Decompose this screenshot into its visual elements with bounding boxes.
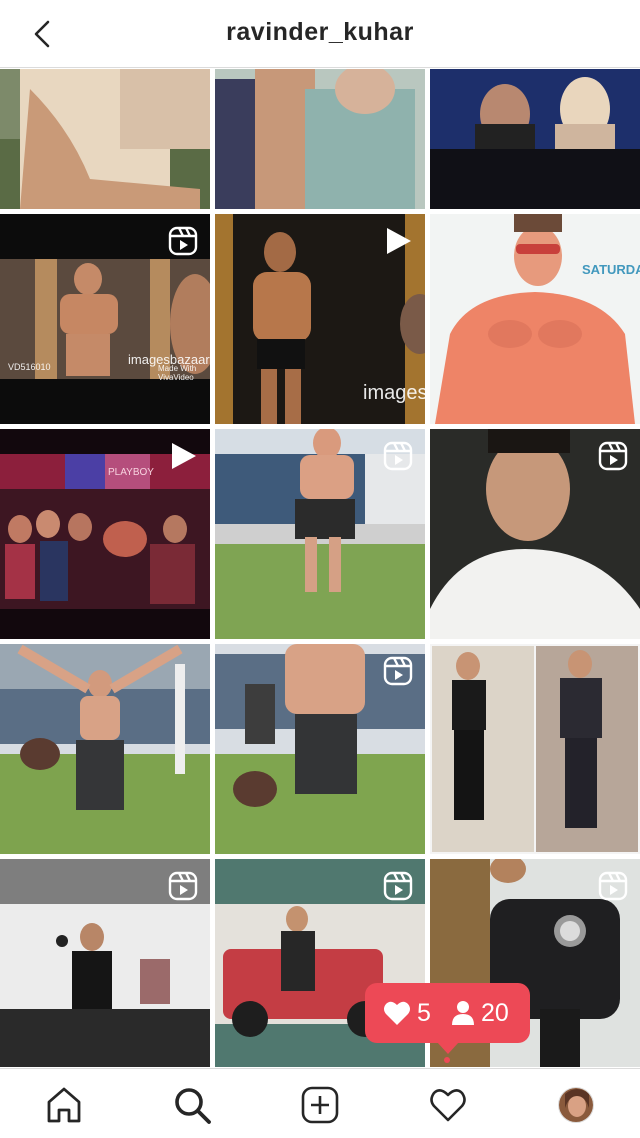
post-thumbnail	[430, 69, 640, 209]
reels-icon	[383, 871, 413, 901]
post-thumbnail	[0, 69, 210, 209]
new-post-icon	[301, 1086, 339, 1124]
watermark-text: VD516010	[8, 362, 51, 372]
post-thumbnail	[430, 644, 640, 854]
nav-profile[interactable]	[554, 1083, 598, 1127]
reels-icon	[383, 441, 413, 471]
grid-tile[interactable]	[215, 644, 425, 854]
search-icon	[175, 1088, 211, 1124]
likes-count-group: 5	[383, 997, 431, 1029]
grid-tile[interactable]	[215, 429, 425, 639]
video-play-icon	[172, 443, 196, 469]
nav-activity[interactable]	[426, 1083, 470, 1127]
grid-tile[interactable]: PLAYBOY	[0, 429, 210, 639]
grid-tile[interactable]	[0, 859, 210, 1067]
post-thumbnail	[0, 644, 210, 854]
likes-count: 5	[417, 998, 431, 1027]
post-thumbnail	[215, 69, 425, 209]
top-bar: ravinder_kuhar	[0, 0, 640, 68]
heart-outline-icon	[430, 1089, 466, 1122]
grid-tile[interactable]	[430, 644, 640, 854]
reels-icon	[383, 656, 413, 686]
activity-notification-bubble[interactable]: 5 20	[365, 983, 530, 1054]
activity-indicator-dot	[444, 1057, 450, 1063]
avatar	[558, 1087, 594, 1123]
followers-count-group: 20	[451, 997, 509, 1029]
app: ravinder_kuhar VD516010 imagesbazaar Mad…	[0, 0, 640, 1138]
grid-tile[interactable]	[0, 644, 210, 854]
reels-icon	[168, 226, 198, 256]
grid-tile[interactable]	[430, 69, 640, 209]
grid-tile[interactable]: VD516010 imagesbazaar Made With VivaVide…	[0, 214, 210, 424]
watermark-text: images	[363, 382, 425, 404]
nav-new-post[interactable]	[298, 1083, 342, 1127]
page-title: ravinder_kuhar	[226, 18, 414, 46]
watermark-text: SATURDAY	[582, 262, 640, 277]
nav-home[interactable]	[42, 1083, 86, 1127]
post-thumbnail	[430, 214, 640, 424]
grid-tile[interactable]: SATURDAY	[430, 214, 640, 424]
reels-icon	[168, 871, 198, 901]
bottom-navigation	[0, 1068, 640, 1138]
grid-tile[interactable]: images	[215, 214, 425, 424]
followers-count: 20	[481, 998, 509, 1027]
watermark-text: PLAYBOY	[108, 467, 154, 478]
heart-icon	[384, 1001, 410, 1025]
grid-tile[interactable]	[430, 429, 640, 639]
nav-search[interactable]	[170, 1083, 214, 1127]
person-icon	[452, 1001, 474, 1025]
watermark-text: Made With VivaVideo	[158, 364, 197, 382]
home-icon	[47, 1087, 81, 1123]
grid-tile[interactable]	[215, 69, 425, 209]
reels-icon	[598, 871, 628, 901]
reels-icon	[598, 441, 628, 471]
grid-tile[interactable]	[0, 69, 210, 209]
video-play-icon	[387, 228, 411, 254]
post-grid: VD516010 imagesbazaar Made With VivaVide…	[0, 69, 640, 1067]
